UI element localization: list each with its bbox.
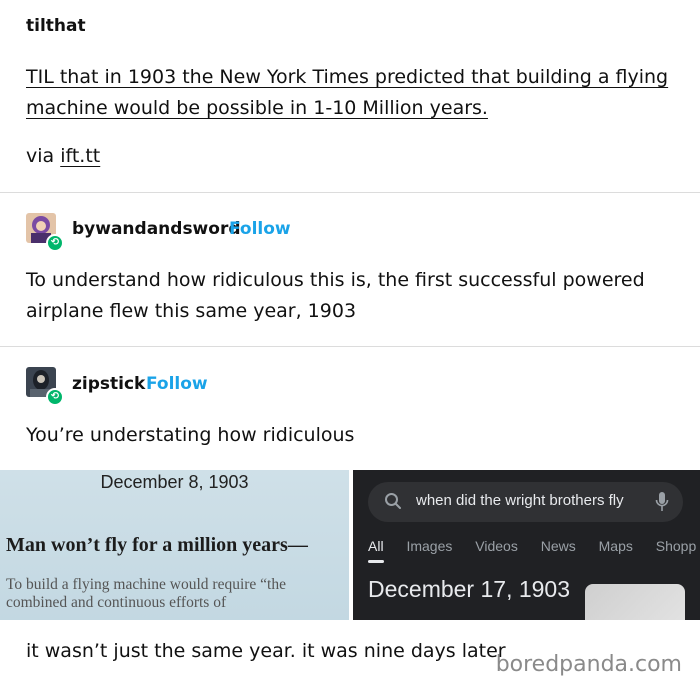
- final-caption: it wasn’t just the same year. it was nin…: [26, 640, 506, 662]
- search-bar: when did the wright brothers fly: [368, 482, 683, 522]
- result-thumbnail: [585, 584, 685, 620]
- tab-images: Images: [406, 538, 453, 554]
- google-search-image: when did the wright brothers fly All Ima…: [353, 470, 700, 620]
- avatar[interactable]: ⟲: [26, 213, 64, 252]
- tab-shopping: Shopp: [655, 538, 697, 554]
- post-title-link[interactable]: TIL that in 1903 the New York Times pred…: [26, 62, 676, 124]
- post-divider: [0, 346, 700, 347]
- watermark: boredpanda.com: [495, 652, 682, 677]
- newspaper-image: December 8, 1903 Man won’t fly for a mil…: [0, 470, 349, 620]
- newspaper-date: December 8, 1903: [100, 472, 249, 492]
- reblog-text: To understand how ridiculous this is, th…: [26, 269, 645, 322]
- follow-button[interactable]: Follow: [229, 219, 291, 239]
- username[interactable]: zipstick: [72, 374, 145, 394]
- search-answer: December 17, 1903: [368, 576, 571, 602]
- search-query: when did the wright brothers fly: [416, 492, 624, 509]
- reblog-icon: ⟲: [46, 388, 64, 406]
- tab-news: News: [540, 538, 576, 554]
- newspaper-subtext: To build a flying machine would require …: [6, 576, 286, 611]
- avatar[interactable]: ⟲: [26, 367, 64, 406]
- microphone-icon: [655, 492, 669, 511]
- search-icon: [385, 493, 401, 509]
- reblog-text: You’re understating how ridiculous: [26, 424, 355, 446]
- via-link[interactable]: ift.tt: [60, 145, 100, 167]
- reblog-icon: ⟲: [46, 234, 64, 252]
- search-tabs: All Images Videos News Maps Shopp: [368, 538, 700, 563]
- tab-videos: Videos: [475, 538, 518, 554]
- via-prefix: via: [26, 145, 55, 167]
- username[interactable]: bywandandsword: [72, 219, 241, 239]
- newspaper-headline: Man won’t fly for a million years—: [6, 534, 308, 556]
- post-divider: [0, 192, 700, 193]
- tab-maps: Maps: [598, 538, 633, 554]
- via-line: via ift.tt: [26, 145, 100, 167]
- follow-button[interactable]: Follow: [146, 374, 208, 394]
- blog-name[interactable]: tilthat: [26, 16, 86, 36]
- tab-all: All: [368, 538, 384, 563]
